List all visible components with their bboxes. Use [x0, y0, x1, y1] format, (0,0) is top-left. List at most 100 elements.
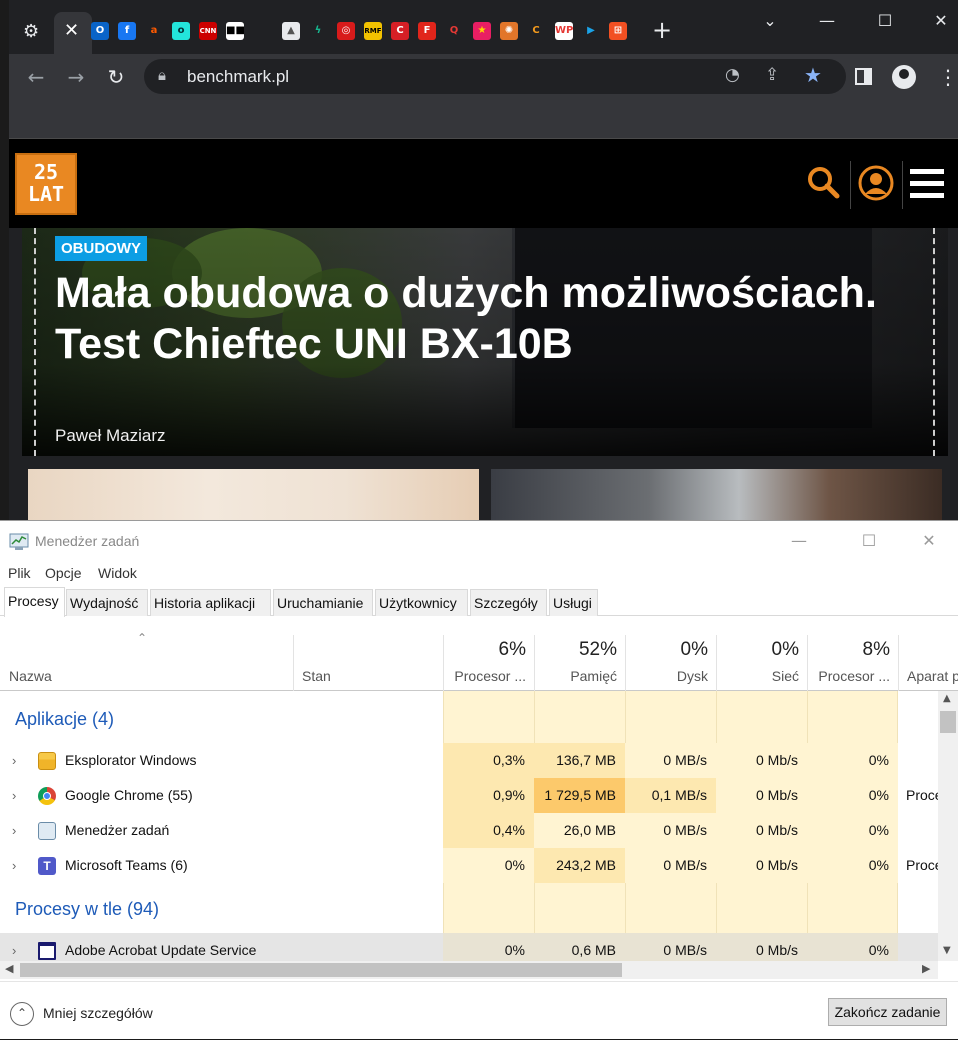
chevron-right-icon[interactable]: ›	[12, 933, 16, 961]
article-thumbnail-2[interactable]	[491, 469, 942, 520]
new-tab-button[interactable]: +	[650, 18, 674, 42]
table-row[interactable]: › Eksplorator Windows 0,3% 136,7 MB 0 MB…	[0, 743, 938, 778]
article-title[interactable]: Mała obudowa o dużych możliwościach. Tes…	[55, 268, 895, 370]
hero-article[interactable]: OBUDOWY Mała obudowa o dużych możliwości…	[22, 228, 948, 456]
scroll-down-icon[interactable]: ▼	[943, 945, 951, 956]
scroll-right-icon[interactable]: ▶	[922, 962, 930, 975]
site-logo[interactable]: 25 LAT	[15, 153, 77, 215]
tm-close-button[interactable]: ✕	[906, 527, 952, 555]
reload-button[interactable]: ↻	[102, 63, 130, 91]
horizontal-scrollbar[interactable]: ◀ ▶	[0, 961, 938, 979]
tab-details[interactable]: Szczegóły	[470, 589, 547, 616]
column-header: Nazwa Stan 6% Procesor ... 52% Pamięć 0%…	[0, 635, 958, 691]
disk-cell: 0,1 MB/s	[625, 778, 716, 813]
minimize-icon: —	[791, 531, 807, 550]
search-button[interactable]	[806, 165, 840, 199]
col-name-label: Nazwa	[9, 668, 52, 684]
tab-performance[interactable]: Wydajność	[66, 589, 148, 616]
menu-view[interactable]: Widok	[98, 565, 137, 581]
c-orange-icon[interactable]: C	[527, 22, 545, 40]
play-icon[interactable]: ▶	[582, 22, 600, 40]
chevron-right-icon[interactable]: ›	[12, 743, 16, 778]
performance-icon[interactable]: ◔	[725, 65, 740, 85]
active-tab[interactable]: ✕	[54, 12, 92, 54]
outlook-icon[interactable]: O	[91, 22, 109, 40]
col-gpu-engine[interactable]: Aparat p	[898, 635, 958, 691]
cnn-icon[interactable]: CNN	[199, 22, 217, 40]
col-name[interactable]: Nazwa	[0, 635, 293, 691]
end-task-button[interactable]: Zakończ zadanie	[828, 998, 947, 1026]
star-icon[interactable]: ★	[473, 22, 491, 40]
tab-users[interactable]: Użytkownicy	[375, 589, 468, 616]
settings-tab[interactable]: ⚙	[23, 22, 43, 42]
close-tab-icon[interactable]: ✕	[64, 20, 79, 41]
scroll-left-icon[interactable]: ◀	[5, 962, 13, 975]
bookmark-star-icon[interactable]: ★	[804, 63, 822, 87]
news-icon[interactable]: ■■	[226, 22, 244, 40]
tm-minimize-button[interactable]: —	[776, 527, 822, 555]
olx-icon[interactable]: o	[172, 22, 190, 40]
windows-icon[interactable]: ⊞	[609, 22, 627, 40]
account-button[interactable]	[858, 165, 894, 201]
article-author[interactable]: Paweł Maziarz	[55, 426, 166, 446]
hscroll-thumb[interactable]	[20, 963, 622, 977]
target-icon[interactable]: ◎	[337, 22, 355, 40]
header-divider	[850, 161, 851, 209]
mountain-icon[interactable]: ▲	[282, 22, 300, 40]
tab-search-button[interactable]: ⌄	[750, 8, 790, 34]
network-cell: 0 Mb/s	[716, 848, 807, 883]
rmf-icon[interactable]: RMF	[364, 22, 382, 40]
tab-app-history[interactable]: Historia aplikacji	[150, 589, 271, 616]
chevron-right-icon[interactable]: ›	[12, 813, 16, 848]
scroll-up-icon[interactable]: ▲	[943, 693, 951, 704]
swirl-icon[interactable]: ✺	[500, 22, 518, 40]
menu-file[interactable]: Plik	[8, 565, 31, 581]
f-red-icon[interactable]: F	[418, 22, 436, 40]
side-panel-button[interactable]	[855, 68, 872, 85]
chevron-right-icon[interactable]: ›	[12, 778, 16, 813]
tm-maximize-button[interactable]: ☐	[846, 527, 892, 555]
col-gpu[interactable]: 8% Procesor ...	[807, 635, 898, 691]
share-icon[interactable]: ⇪	[765, 65, 779, 85]
address-bar[interactable]: 🔒︎ benchmark.pl ◔ ⇪ ★	[144, 59, 846, 94]
memory-total: 52%	[578, 639, 617, 660]
minimize-button[interactable]: —	[807, 8, 847, 34]
table-row[interactable]: › T Microsoft Teams (6) 0% 243,2 MB 0 MB…	[0, 848, 938, 883]
table-row[interactable]: › Menedżer zadań 0,4% 26,0 MB 0 MB/s 0 M…	[0, 813, 938, 848]
memory-cell: 136,7 MB	[534, 743, 625, 778]
gpu-engine-cell	[898, 743, 938, 778]
forward-button[interactable]: →	[62, 63, 90, 91]
memory-cell: 1 729,5 MB	[534, 778, 625, 813]
col-memory[interactable]: 52% Pamięć	[534, 635, 625, 691]
menu-options[interactable]: Opcje	[45, 565, 82, 581]
facebook-icon[interactable]: f	[118, 22, 136, 40]
tab-services[interactable]: Usługi	[549, 589, 598, 616]
col-cpu[interactable]: 6% Procesor ...	[443, 635, 534, 691]
logo-text: LAT	[27, 182, 65, 206]
tab-processes[interactable]: Procesy	[4, 587, 65, 617]
table-row[interactable]: › Google Chrome (55) 0,9% 1 729,5 MB 0,1…	[0, 778, 938, 813]
close-window-button[interactable]: ✕	[921, 8, 958, 34]
back-button[interactable]: ←	[22, 63, 50, 91]
wp-icon[interactable]: WP	[555, 22, 573, 40]
profile-button[interactable]	[892, 65, 916, 89]
col-status[interactable]: Stan	[293, 635, 443, 691]
article-thumbnail-1[interactable]	[28, 469, 479, 520]
col-disk[interactable]: 0% Dysk	[625, 635, 716, 691]
menu-button[interactable]: ⋮	[938, 64, 958, 90]
lightning-icon[interactable]: ϟ	[309, 22, 327, 40]
search-icon	[808, 167, 840, 199]
col-network[interactable]: 0% Sieć	[716, 635, 807, 691]
allegro-icon[interactable]: a	[145, 22, 163, 40]
table-row-selected[interactable]: › Adobe Acrobat Update Service 0% 0,6 MB…	[0, 933, 938, 961]
category-badge[interactable]: OBUDOWY	[55, 236, 147, 261]
hamburger-button[interactable]	[910, 169, 944, 199]
vertical-scrollbar[interactable]: ▲ ▼	[938, 691, 958, 961]
q-icon[interactable]: Q	[445, 22, 463, 40]
chrome-icon-center	[43, 792, 51, 800]
chevron-right-icon[interactable]: ›	[12, 848, 16, 883]
tab-startup[interactable]: Uruchamianie	[273, 589, 373, 616]
scroll-thumb[interactable]	[940, 711, 956, 733]
c-red-icon[interactable]: C	[391, 22, 409, 40]
maximize-button[interactable]: ☐	[865, 8, 905, 34]
